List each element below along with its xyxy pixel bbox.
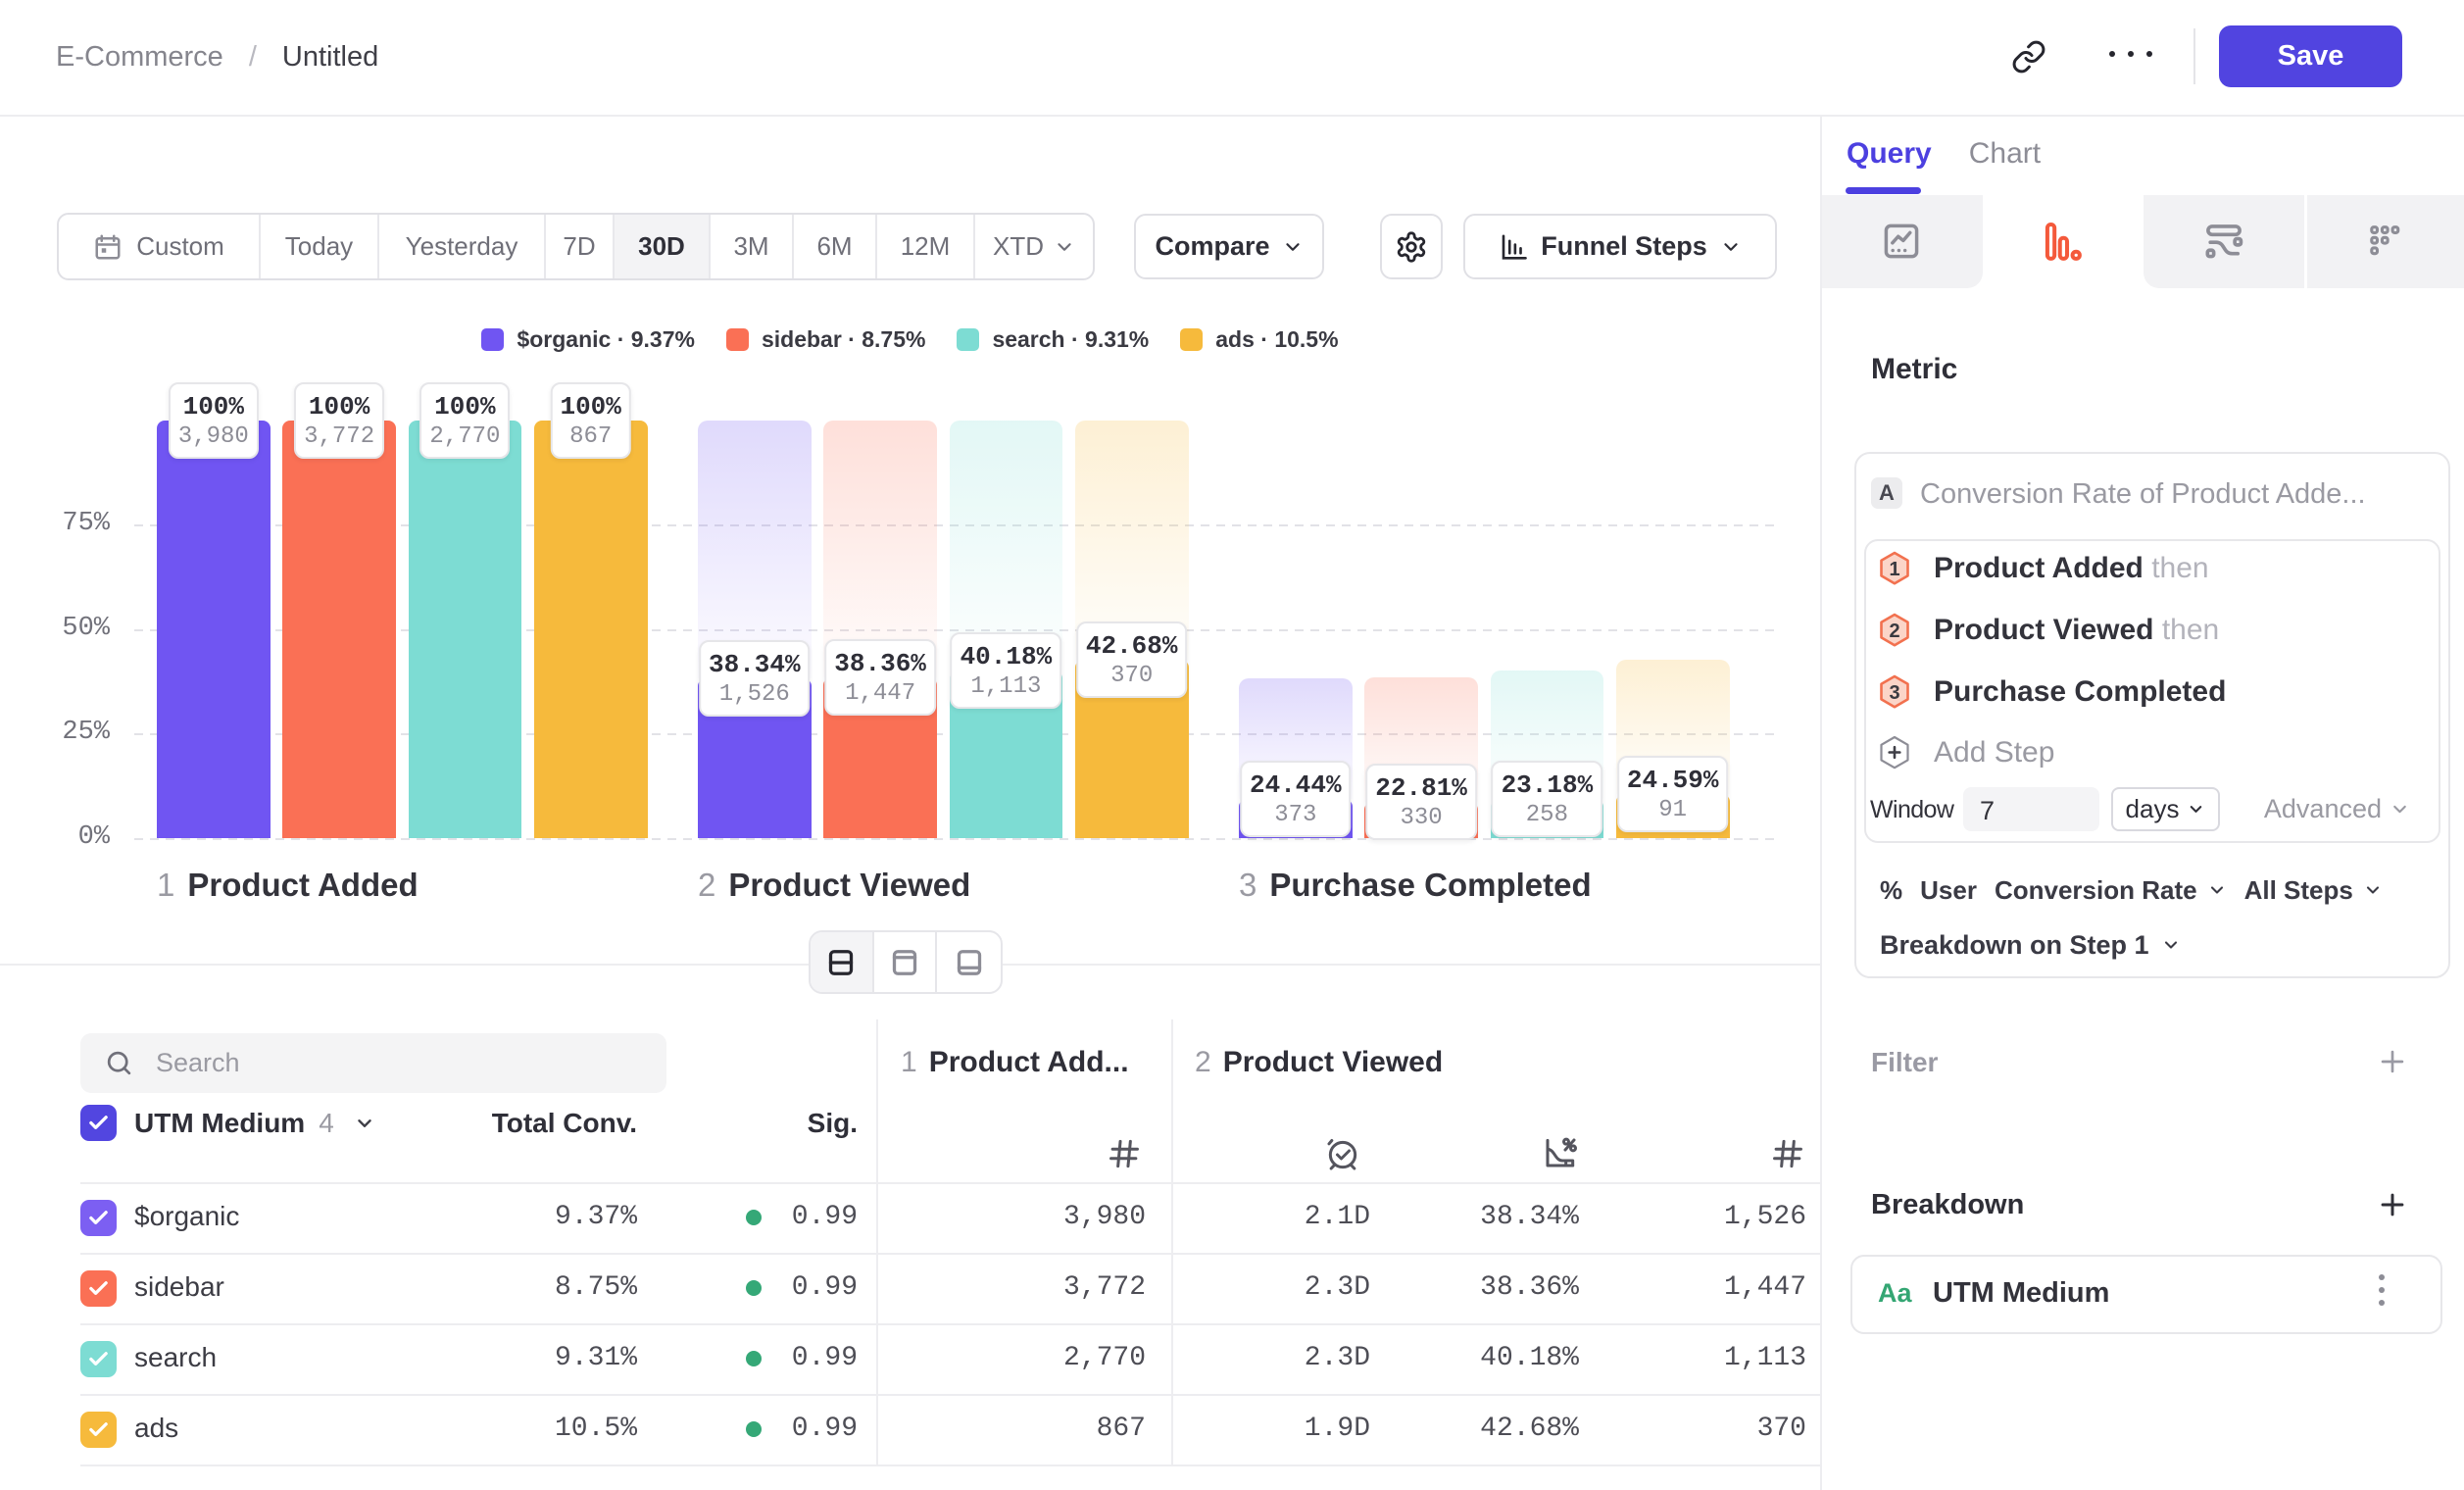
svg-text:2: 2 [1889, 621, 1899, 642]
svg-text:1: 1 [1889, 559, 1899, 580]
svg-text:3: 3 [1889, 682, 1899, 704]
